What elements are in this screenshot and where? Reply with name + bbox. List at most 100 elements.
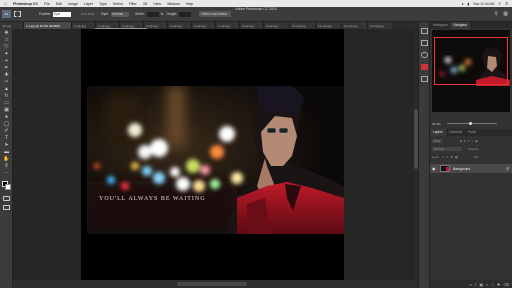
style-label: Style: bbox=[100, 12, 110, 16]
zoom-slider[interactable] bbox=[446, 122, 497, 125]
marquee-icon[interactable]: □ bbox=[0, 36, 13, 43]
navigator-tabs: Histogram Navigator bbox=[430, 22, 512, 29]
mask-icon[interactable]: ▣ bbox=[479, 282, 483, 287]
tab-paths[interactable]: Paths bbox=[465, 129, 479, 136]
document-canvas[interactable]: YOU'LL ALWAYS BE WAITING bbox=[81, 29, 344, 281]
adjustments-icon[interactable] bbox=[421, 52, 428, 58]
tab-doc[interactable]: 13-rgb.jpg bbox=[368, 22, 394, 29]
menu-help[interactable]: Help bbox=[186, 2, 193, 6]
tab-doc[interactable]: 4-rgb.jpg bbox=[144, 22, 168, 29]
dodge-icon[interactable]: ◯ bbox=[0, 120, 13, 127]
right-panel: Histogram Navigator 93.3% Layers Channel… bbox=[430, 22, 512, 288]
background-color-swatch[interactable] bbox=[5, 184, 11, 190]
menu-window[interactable]: Window bbox=[167, 2, 180, 6]
brush-icon[interactable]: ✑ bbox=[0, 78, 13, 85]
tab-doc[interactable]: 8-rgb.jpg bbox=[240, 22, 264, 29]
kind-select[interactable]: Kind bbox=[432, 138, 443, 143]
tab-doc-active[interactable]: x-1.jpg @ 93.3% (RGB/8) bbox=[24, 22, 72, 29]
trash-icon[interactable]: ⌫ bbox=[503, 282, 509, 287]
menu-image[interactable]: Image bbox=[68, 2, 78, 6]
crop-icon[interactable]: ⌖ bbox=[0, 57, 13, 64]
zoom-icon[interactable]: ⚲ bbox=[0, 162, 13, 169]
horizontal-scrollbar[interactable] bbox=[13, 280, 417, 288]
scroll-thumb[interactable] bbox=[177, 282, 247, 286]
quick-mask-icon[interactable] bbox=[3, 196, 10, 201]
tab-doc[interactable]: 6-rgb.jpg bbox=[192, 22, 216, 29]
tab-doc[interactable]: 1-rgb.jpg bbox=[72, 22, 96, 29]
lasso-icon[interactable]: ➰ bbox=[0, 43, 13, 50]
layers-tabs: Layers Channels Paths bbox=[430, 129, 512, 136]
eyedropper-icon[interactable]: ✒ bbox=[0, 64, 13, 71]
tab-layers[interactable]: Layers bbox=[430, 129, 446, 136]
navigator-view-frame[interactable] bbox=[434, 37, 508, 85]
link-icon[interactable]: ∞ bbox=[469, 282, 472, 287]
zoom-slider-thumb[interactable] bbox=[468, 122, 472, 125]
blend-mode-select[interactable]: Normal bbox=[432, 146, 462, 151]
type-icon[interactable]: T bbox=[0, 134, 13, 141]
hand-icon[interactable]: ✋ bbox=[0, 155, 13, 162]
gradient-icon[interactable]: ▣ bbox=[0, 106, 13, 113]
menu-layer[interactable]: Layer bbox=[84, 2, 93, 6]
lock-icons[interactable]: □✑✥▦ bbox=[442, 155, 460, 159]
shape-icon[interactable]: ▬ bbox=[0, 148, 13, 155]
tab-doc[interactable]: 10-rgb.jpg bbox=[290, 22, 316, 29]
zoom-value[interactable]: 93.3% bbox=[432, 122, 441, 126]
clock[interactable]: Sun 11:34 AM bbox=[473, 2, 494, 6]
tab-doc[interactable]: 12-rgb.jpg bbox=[342, 22, 368, 29]
menu-filter[interactable]: Filter bbox=[129, 2, 137, 6]
tab-channels[interactable]: Channels bbox=[446, 129, 465, 136]
style-select[interactable]: Normal bbox=[111, 11, 130, 17]
more-icon[interactable]: ⋯ bbox=[0, 169, 13, 176]
history-brush-icon[interactable]: ↻ bbox=[0, 92, 13, 99]
move-icon[interactable]: ✥ bbox=[0, 29, 13, 36]
color-icon[interactable] bbox=[421, 64, 428, 70]
height-input[interactable] bbox=[179, 11, 192, 17]
blur-icon[interactable]: ● bbox=[0, 113, 13, 120]
filter-icons[interactable]: ■●T□◆ bbox=[460, 139, 480, 143]
menu-select[interactable]: Select bbox=[113, 2, 123, 6]
fill-label: Fill: bbox=[473, 154, 479, 159]
history-icon[interactable] bbox=[421, 28, 428, 34]
quick-select-icon[interactable]: ✦ bbox=[0, 50, 13, 57]
visibility-eye-icon[interactable]: ◉ bbox=[432, 166, 438, 171]
swatches-icon[interactable] bbox=[421, 76, 428, 82]
tab-navigator[interactable]: Navigator bbox=[450, 22, 471, 29]
menu-edit[interactable]: Edit bbox=[56, 2, 62, 6]
healing-icon[interactable]: ✚ bbox=[0, 71, 13, 78]
width-input[interactable] bbox=[146, 11, 159, 17]
eraser-icon[interactable]: ▭ bbox=[0, 99, 13, 106]
group-icon[interactable]: □ bbox=[492, 282, 494, 287]
wifi-icon[interactable]: ● bbox=[461, 2, 463, 6]
feather-input[interactable]: 0 px bbox=[52, 11, 71, 17]
properties-icon[interactable] bbox=[421, 40, 428, 46]
tab-doc[interactable]: 9-rgb.jpg bbox=[264, 22, 290, 29]
layer-row-background[interactable]: ◉ Background ⚲ bbox=[430, 164, 512, 173]
new-layer-icon[interactable]: ✚ bbox=[497, 282, 500, 287]
menu-file[interactable]: File bbox=[44, 2, 50, 6]
menu-list-icon[interactable]: ☰ bbox=[505, 2, 508, 6]
stamp-icon[interactable]: ▲ bbox=[0, 85, 13, 92]
menu-view[interactable]: View bbox=[153, 2, 161, 6]
photo-caption: YOU'LL ALWAYS BE WAITING bbox=[99, 196, 206, 202]
apple-icon[interactable]:  bbox=[4, 1, 7, 6]
path-select-icon[interactable]: ➤ bbox=[0, 141, 13, 148]
tab-doc[interactable]: 7-rgb.jpg bbox=[216, 22, 240, 29]
menu-type[interactable]: Type bbox=[99, 2, 107, 6]
tab-doc[interactable]: 11-rgb.jpg bbox=[316, 22, 342, 29]
swap-icon[interactable]: ⇆ bbox=[161, 12, 164, 16]
adjustment-layer-icon[interactable]: ◐ bbox=[486, 282, 488, 287]
layer-name[interactable]: Background bbox=[453, 167, 470, 171]
tab-doc[interactable]: rgb.jpg bbox=[0, 22, 24, 29]
screen-mode-icon[interactable] bbox=[3, 205, 10, 210]
menu-app[interactable]: Photoshop CC bbox=[13, 2, 38, 6]
menu-3d[interactable]: 3D bbox=[143, 2, 148, 6]
navigator-thumbnail[interactable] bbox=[432, 30, 510, 112]
tab-histogram[interactable]: Histogram bbox=[430, 22, 451, 29]
tab-doc[interactable]: 5-rgb.jpg bbox=[168, 22, 192, 29]
anti-alias-checkbox[interactable]: Anti-alias bbox=[81, 12, 95, 16]
tools-panel: ✥ □ ➰ ✦ ⌖ ✒ ✚ ✑ ▲ ↻ ▭ ▣ ● ◯ ✐ T ➤ ▬ ✋ ⚲ … bbox=[0, 29, 13, 288]
fx-icon[interactable]: f bbox=[475, 282, 476, 287]
pen-icon[interactable]: ✐ bbox=[0, 127, 13, 134]
battery-icon[interactable]: ▮ bbox=[468, 2, 470, 6]
search-icon[interactable]: ⚲ bbox=[498, 2, 500, 6]
